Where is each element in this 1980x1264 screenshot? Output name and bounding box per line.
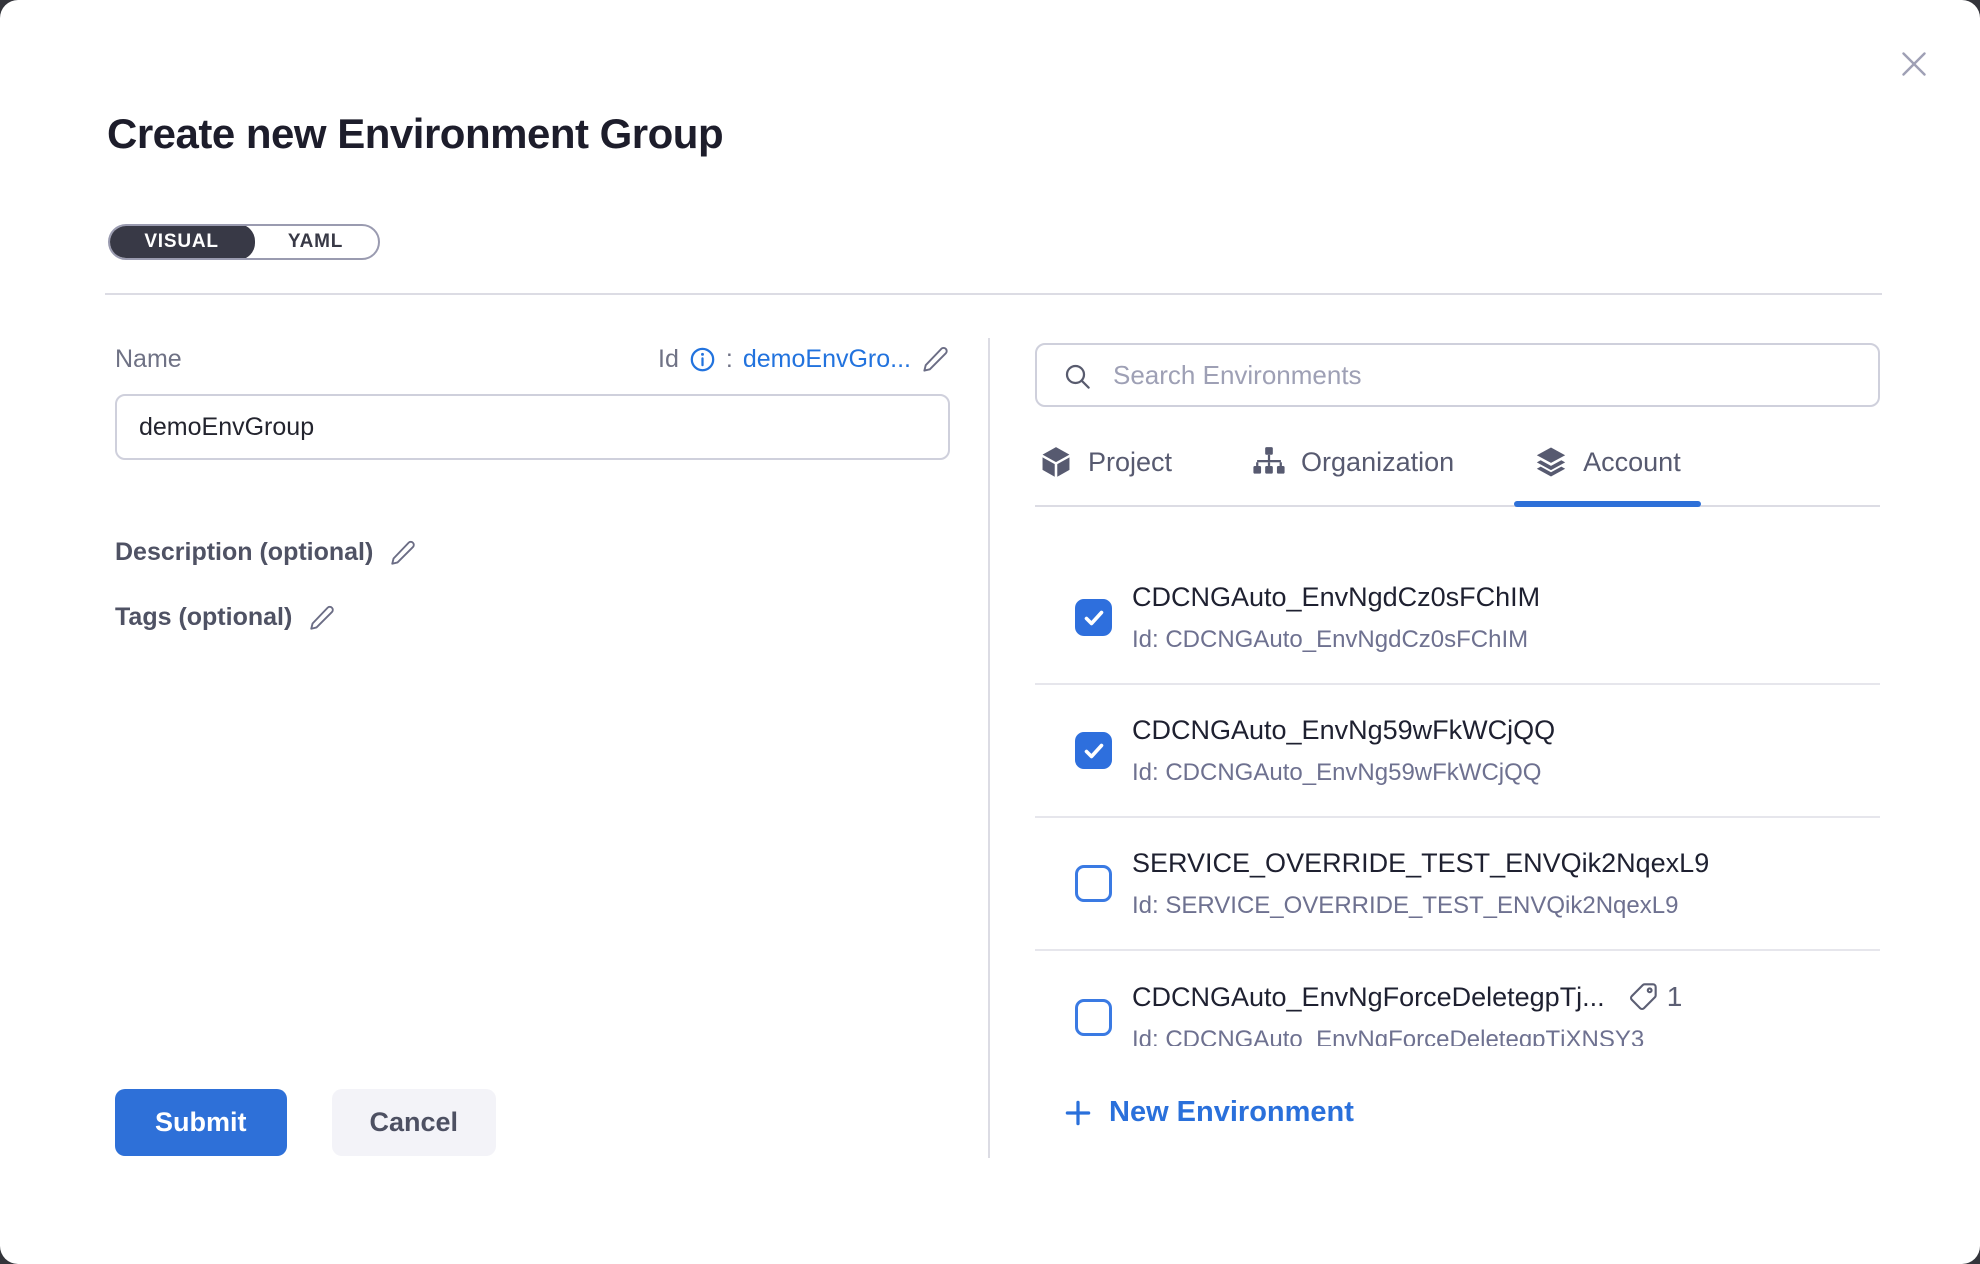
tab-account[interactable]: Account — [1532, 441, 1683, 505]
env-row[interactable]: CDCNGAuto_EnvNgForceDeletegpTj... 1 Id: … — [1035, 951, 1880, 1046]
form-actions: Submit Cancel — [115, 1089, 496, 1156]
env-checkbox[interactable] — [1075, 865, 1112, 902]
env-checkbox[interactable] — [1075, 732, 1112, 769]
tab-visual[interactable]: VISUAL — [108, 224, 255, 260]
env-name: CDCNGAuto_EnvNgdCz0sFChIM — [1132, 582, 1540, 613]
id-value: demoEnvGro... — [743, 345, 911, 374]
name-input[interactable] — [115, 394, 950, 460]
env-name: CDCNGAuto_EnvNgForceDeletegpTj... — [1132, 982, 1605, 1013]
form-section: Name Id : demoEnvGro... — [115, 341, 950, 632]
search-box — [1035, 343, 1880, 407]
page-title: Create new Environment Group — [107, 110, 723, 158]
search-input[interactable] — [1037, 345, 1878, 405]
env-id: Id: CDCNGAuto_EnvNgdCz0sFChIM — [1132, 626, 1540, 654]
id-row: Id : demoEnvGro... — [658, 345, 950, 374]
id-separator: : — [726, 345, 733, 374]
edit-description-icon[interactable] — [389, 539, 417, 567]
tab-project-label: Project — [1088, 447, 1172, 478]
tab-project[interactable]: Project — [1037, 441, 1174, 505]
panel-divider — [988, 338, 990, 1158]
environment-picker: Project Organization — [1035, 343, 1880, 1129]
env-checkbox[interactable] — [1075, 999, 1112, 1036]
env-id: Id: CDCNGAuto_EnvNgForceDeletegpTjXNSY3 — [1132, 1026, 1682, 1046]
env-id: Id: CDCNGAuto_EnvNg59wFkWCjQQ — [1132, 759, 1555, 787]
info-icon[interactable] — [689, 346, 716, 373]
cancel-button[interactable]: Cancel — [332, 1089, 497, 1156]
submit-button[interactable]: Submit — [115, 1089, 287, 1156]
search-icon — [1063, 362, 1093, 392]
scope-tabs: Project Organization — [1035, 441, 1880, 507]
env-row[interactable]: CDCNGAuto_EnvNgdCz0sFChIM Id: CDCNGAuto_… — [1035, 552, 1880, 685]
tag-icon — [1627, 981, 1659, 1013]
tab-account-label: Account — [1583, 447, 1681, 478]
plus-icon — [1063, 1098, 1093, 1128]
id-label: Id — [658, 345, 679, 374]
tab-yaml[interactable]: YAML — [253, 226, 378, 258]
tag-count: 1 — [1667, 981, 1683, 1013]
tab-organization[interactable]: Organization — [1250, 441, 1456, 505]
env-name: CDCNGAuto_EnvNg59wFkWCjQQ — [1132, 715, 1555, 746]
edit-id-icon[interactable] — [921, 345, 950, 374]
check-icon — [1082, 739, 1106, 763]
env-checkbox[interactable] — [1075, 599, 1112, 636]
env-id: Id: SERVICE_OVERRIDE_TEST_ENVQik2NqexL9 — [1132, 892, 1709, 920]
header-divider — [105, 293, 1882, 295]
tags-label: Tags (optional) — [115, 603, 292, 632]
env-row[interactable]: SERVICE_OVERRIDE_TEST_ENVQik2NqexL9 Id: … — [1035, 818, 1880, 951]
cube-icon — [1039, 445, 1073, 479]
close-icon[interactable] — [1894, 44, 1934, 84]
env-name: SERVICE_OVERRIDE_TEST_ENVQik2NqexL9 — [1132, 848, 1709, 879]
env-row[interactable]: CDCNGAuto_EnvNg59wFkWCjQQ Id: CDCNGAuto_… — [1035, 685, 1880, 818]
name-label: Name — [115, 345, 182, 374]
visual-yaml-toggle: VISUAL YAML — [108, 224, 380, 260]
tag-badge: 1 — [1627, 981, 1683, 1013]
description-label: Description (optional) — [115, 538, 373, 567]
environment-list: CDCNGAuto_EnvNgdCz0sFChIM Id: CDCNGAuto_… — [1035, 507, 1880, 1046]
edit-tags-icon[interactable] — [308, 604, 336, 632]
new-environment-label: New Environment — [1109, 1096, 1354, 1129]
new-environment-button[interactable]: New Environment — [1063, 1096, 1354, 1129]
create-env-group-modal: Create new Environment Group VISUAL YAML… — [0, 0, 1980, 1264]
layers-icon — [1534, 445, 1568, 479]
tab-organization-label: Organization — [1301, 447, 1454, 478]
check-icon — [1082, 606, 1106, 630]
org-chart-icon — [1252, 445, 1286, 479]
